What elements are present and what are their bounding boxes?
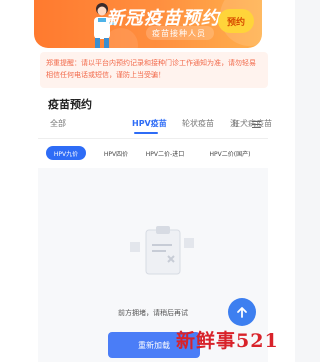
banner-subtitle: 疫苗接种人员 <box>152 29 206 38</box>
banner-badge[interactable]: 预约 <box>218 9 254 33</box>
tab-rotavirus[interactable]: 轮状疫苗 <box>182 118 214 129</box>
chip-hpv-9[interactable]: HPV九价 <box>46 146 86 160</box>
active-tab-indicator <box>134 132 158 134</box>
tab-all[interactable]: 全部 <box>50 118 66 129</box>
page-title: 疫苗预约 <box>48 98 92 111</box>
chip-hpv-2-domestic[interactable]: HPV二价(国产) <box>202 146 258 160</box>
menu-icon[interactable] <box>252 121 261 129</box>
divider <box>38 138 268 139</box>
watermark: 新鲜事521 <box>176 330 279 352</box>
promo-banner[interactable]: 新冠疫苗预约 疫苗接种人员 预约 <box>34 0 262 48</box>
tab-hpv[interactable]: HPV疫苗 <box>132 118 167 129</box>
reminder-notice: 郑重提醒：请以平台内预约记录和接种门诊工作通知为准，请勿轻易相信任何电话或短信，… <box>40 52 268 88</box>
tab-flu[interactable]: 流 <box>230 118 238 129</box>
clipboard-icon <box>130 226 194 275</box>
app-screen: 新冠疫苗预约 疫苗接种人员 预约 郑重提醒：请以平台内预约记录和接种门诊工作通知… <box>0 0 295 362</box>
arrow-up-icon <box>237 307 247 318</box>
back-to-top-button[interactable] <box>228 298 256 326</box>
chip-hpv-4[interactable]: HPV四价 <box>96 146 136 160</box>
chip-hpv-2-import[interactable]: HPV二价-进口 <box>140 146 190 160</box>
